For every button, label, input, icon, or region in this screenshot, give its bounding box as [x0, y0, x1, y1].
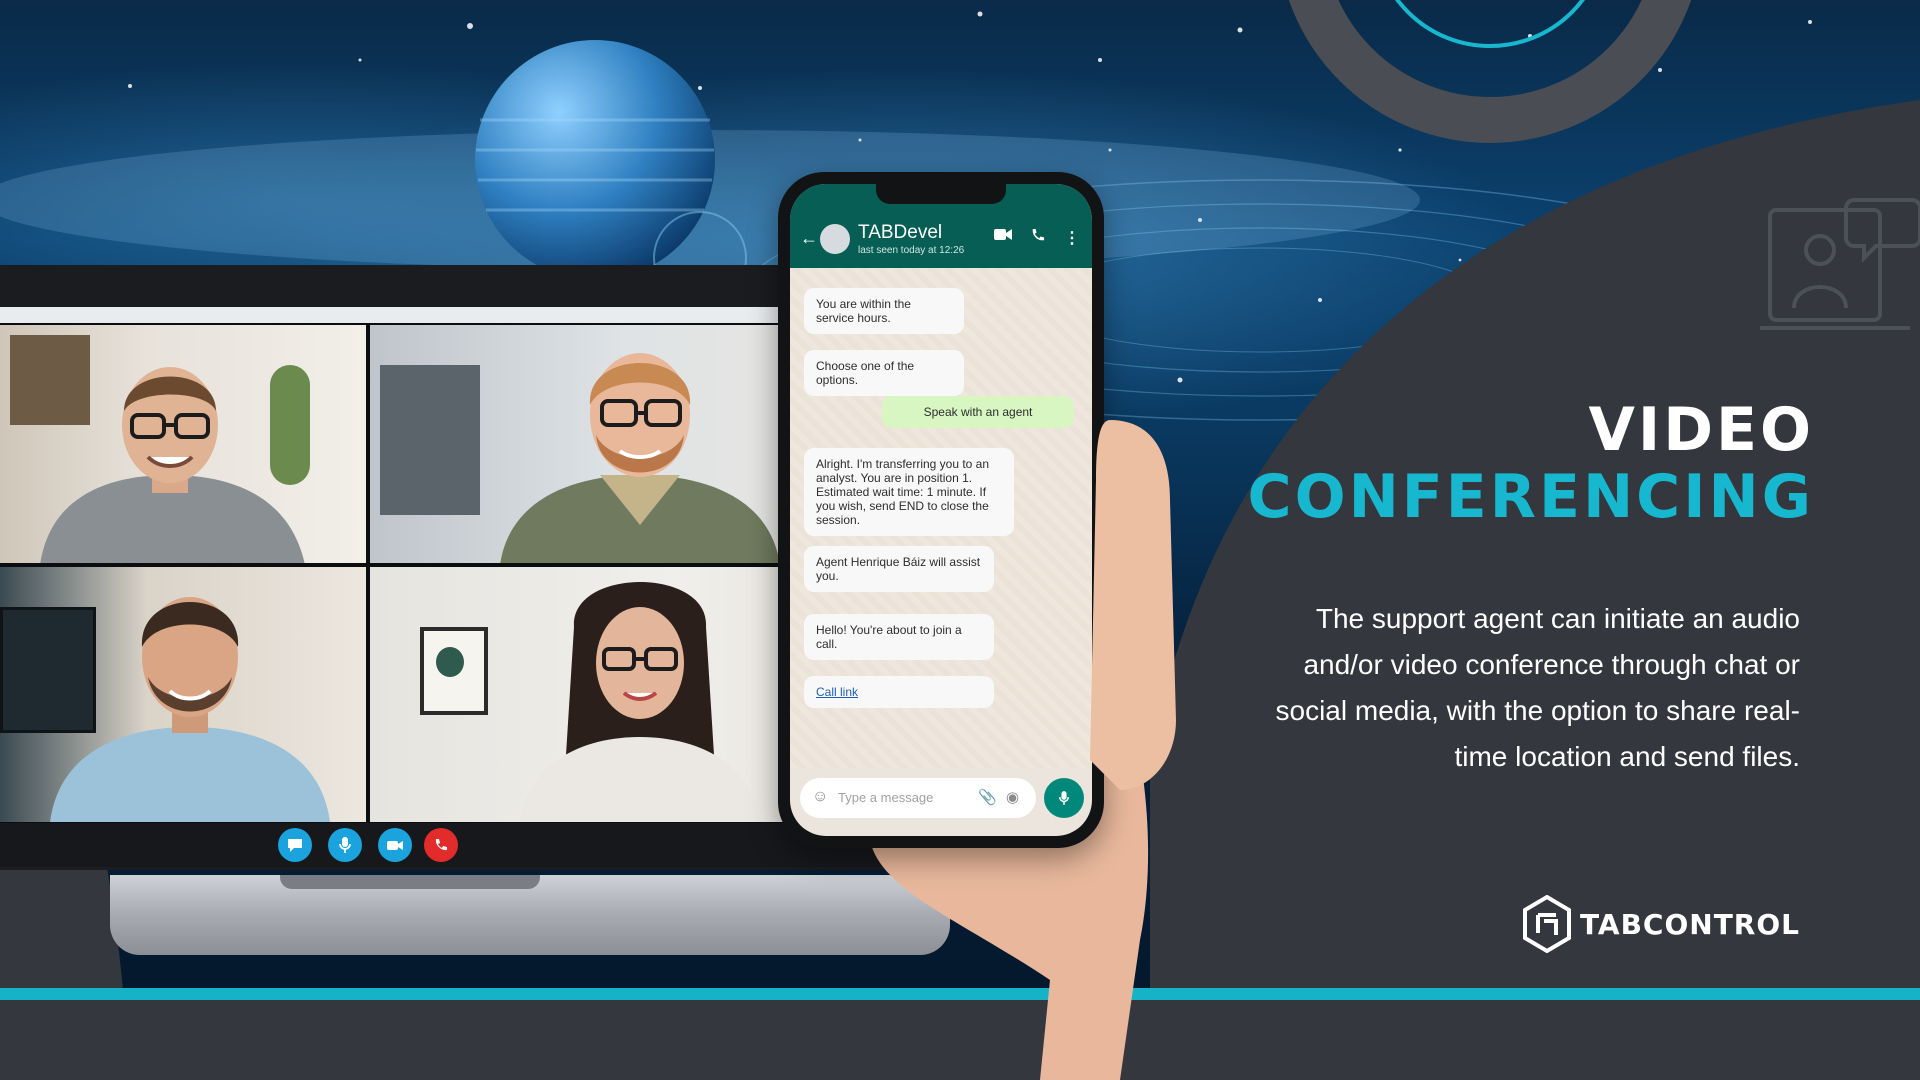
heading-line-2: CONFERENCING [1247, 462, 1814, 532]
brand-logo[interactable]: TABCONTROL [1522, 892, 1800, 956]
video-call-icon[interactable] [994, 228, 1012, 246]
phone-call-icon[interactable] [1030, 228, 1045, 248]
chat-header: ← TABDevel last seen today at 12:26 ⋮ [790, 184, 1092, 268]
end-call-icon[interactable] [424, 828, 458, 862]
message-bubble: Agent Henrique Báiz will assist you. [804, 546, 994, 592]
video-tile-1[interactable] [0, 325, 366, 563]
chat-icon[interactable] [278, 828, 312, 862]
microphone-icon[interactable] [328, 828, 362, 862]
logo-text: TABCONTROL [1579, 907, 1800, 941]
call-link[interactable]: Call link [804, 676, 994, 708]
message-bubble: Choose one of the options. [804, 350, 964, 396]
contact-status: last seen today at 12:26 [858, 245, 965, 256]
message-input[interactable]: ☺ Type a message 📎 ◉ [800, 778, 1036, 818]
camera-icon[interactable] [378, 828, 412, 862]
message-placeholder: Type a message [838, 790, 934, 805]
phone-notch [876, 184, 1006, 204]
voice-record-button[interactable] [1044, 778, 1084, 818]
participant-1 [40, 367, 305, 563]
message-bubble: Hello! You're about to join a call. [804, 614, 994, 660]
description: The support agent can initiate an audio … [1275, 603, 1801, 772]
browser-address-bar [0, 307, 880, 323]
menu-dots-icon[interactable]: ⋮ [1064, 228, 1080, 248]
whatsapp-screen: ← TABDevel last seen today at 12:26 ⋮ Yo… [790, 184, 1092, 836]
smartphone: ← TABDevel last seen today at 12:26 ⋮ Yo… [778, 172, 1104, 848]
message-bubble: Alright. I'm transferring you to an anal… [804, 448, 1014, 536]
heading-line-1: VIDEO [1588, 395, 1814, 465]
camera-icon[interactable]: ◉ [1006, 788, 1019, 806]
laptop-hinge-notch [280, 875, 540, 889]
message-bubble-sent: Speak with an agent [882, 396, 1074, 428]
attachment-icon[interactable]: 📎 [978, 788, 997, 806]
logo-hexagon-icon [1522, 895, 1571, 953]
avatar[interactable] [820, 224, 850, 254]
message-bubble: You are within the service hours. [804, 288, 964, 334]
participant-3 [50, 597, 330, 822]
back-arrow-icon[interactable]: ← [800, 228, 818, 249]
top-ring-decoration [1288, 0, 1692, 143]
contact-name: TABDevel [858, 222, 943, 243]
video-tile-3[interactable] [0, 567, 366, 822]
chat-messages: You are within the service hours. Choose… [790, 268, 1092, 768]
thumb [1090, 420, 1176, 790]
presenter-outline-icon [1760, 198, 1920, 330]
emoji-icon[interactable]: ☺ [812, 788, 828, 806]
